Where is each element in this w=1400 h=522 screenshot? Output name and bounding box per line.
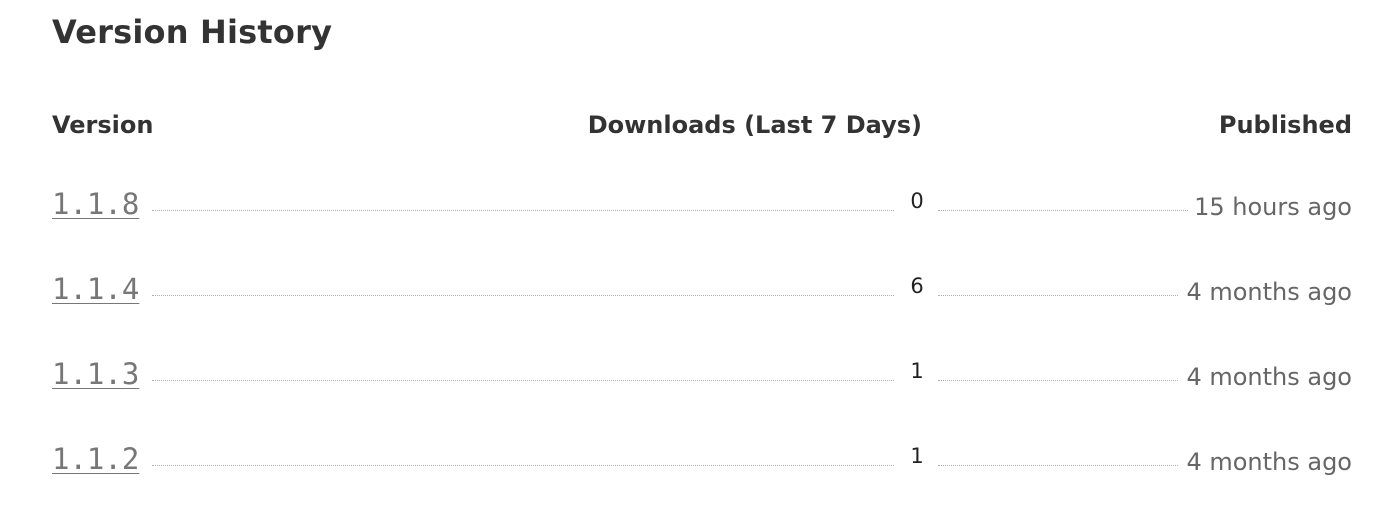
leader-dots [938,465,1178,466]
version-link[interactable]: 1.1.8 [52,184,139,224]
header-version: Version [52,111,154,139]
downloads-count: 6 [910,274,924,298]
leader-dots [938,380,1178,381]
published-time: 4 months ago [1186,278,1352,306]
header-published: Published [1218,111,1352,139]
leader-dots [152,465,894,466]
leader-dots [938,210,1188,211]
published-time: 4 months ago [1186,363,1352,391]
table-row: 1.1.2 1 4 months ago [52,437,1352,522]
downloads-count: 1 [910,359,924,383]
header-downloads: Downloads (Last 7 Days) [587,111,922,139]
version-link[interactable]: 1.1.3 [52,354,139,394]
leader-dots [152,295,894,296]
leader-dots [152,210,894,211]
section-title: Version History [52,13,333,51]
version-list: 1.1.8 0 15 hours ago 1.1.4 6 4 months ag… [52,182,1352,522]
table-row: 1.1.4 6 4 months ago [52,267,1352,352]
published-time: 15 hours ago [1194,193,1352,221]
table-row: 1.1.3 1 4 months ago [52,352,1352,437]
leader-dots [152,380,894,381]
version-link[interactable]: 1.1.2 [52,439,139,479]
version-link[interactable]: 1.1.4 [52,269,139,309]
downloads-count: 1 [910,444,924,468]
leader-dots [938,295,1178,296]
version-history-section: Version History Version Downloads (Last … [52,0,1352,476]
table-header: Version Downloads (Last 7 Days) Publishe… [52,108,1352,142]
downloads-count: 0 [910,189,924,213]
table-row: 1.1.8 0 15 hours ago [52,182,1352,267]
published-time: 4 months ago [1186,448,1352,476]
